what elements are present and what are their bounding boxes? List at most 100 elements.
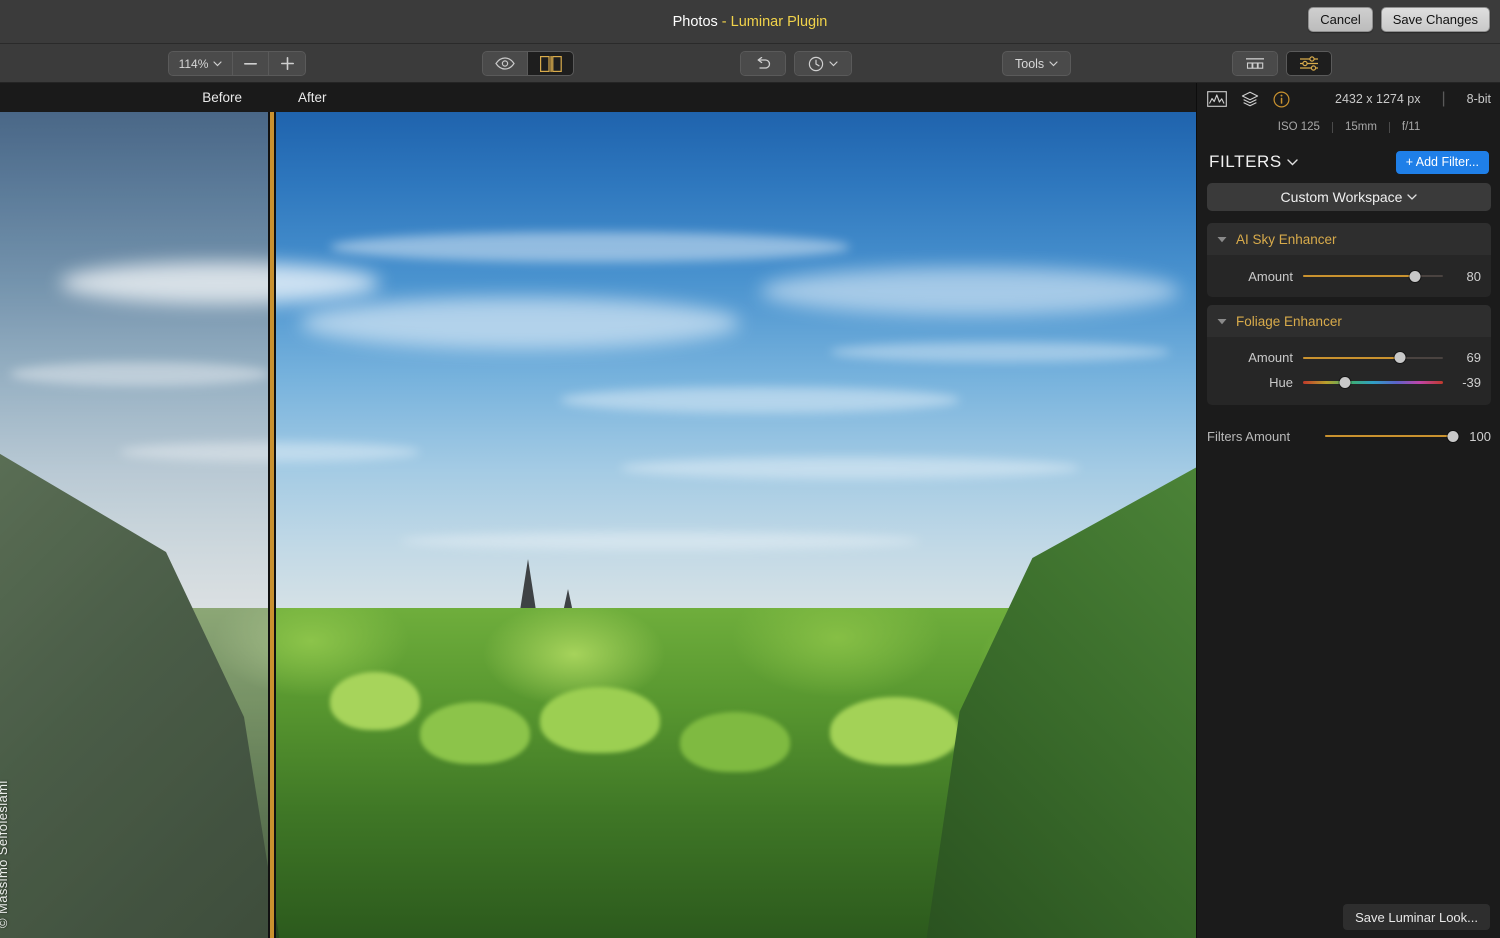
global-filters-amount-row: Filters Amount 100 [1207, 423, 1491, 449]
filter-body: Amount 69 Hue -39 [1207, 337, 1491, 405]
photo-scene-after [276, 112, 1196, 938]
filter-card-ai-sky-enhancer: AI Sky Enhancer Amount 80 [1207, 223, 1491, 297]
slider-label: Amount [1217, 350, 1303, 365]
photographer-watermark: © Massimo Seifoleslami [0, 780, 10, 928]
slider-knob[interactable] [1410, 271, 1421, 282]
save-changes-button[interactable]: Save Changes [1381, 7, 1490, 32]
filmstrip-panel-icon [1245, 57, 1265, 71]
slider-knob[interactable] [1394, 352, 1405, 363]
filters-panel: 2432 x 1274 px | 8-bit ISO 125 15mm f/11… [1196, 83, 1500, 938]
after-pane [276, 112, 1196, 938]
filter-header[interactable]: Foliage Enhancer [1207, 305, 1491, 337]
window-title: Photos - Luminar Plugin [0, 0, 1500, 44]
image-dimensions: 2432 x 1274 px [1335, 92, 1421, 106]
image-canvas[interactable]: Before After [0, 83, 1196, 938]
undo-segment [740, 51, 786, 76]
filters-title: FILTERS [1209, 152, 1282, 172]
filter-card-foliage-enhancer: Foliage Enhancer Amount 69 Hue [1207, 305, 1491, 405]
view-mode-segment [482, 51, 574, 76]
meta-divider: | [1442, 90, 1446, 108]
preview-eye-button[interactable] [483, 52, 528, 75]
history-clock-icon [808, 56, 824, 72]
slider-track-amount[interactable] [1303, 350, 1443, 366]
slider-row-amount: Amount 80 [1207, 264, 1491, 289]
chevron-down-icon [1049, 61, 1058, 67]
exif-aperture: f/11 [1390, 121, 1432, 133]
before-after-divider-handle[interactable] [270, 112, 274, 938]
chevron-down-icon[interactable] [1287, 159, 1298, 166]
adjustments-panel-icon [1299, 56, 1319, 71]
view-mode-controls [482, 44, 574, 83]
undo-button[interactable] [741, 52, 785, 75]
slider-track-amount[interactable] [1303, 268, 1443, 284]
adjustments-panel-button[interactable] [1287, 52, 1331, 75]
before-pane: © Massimo Seifoleslami [0, 112, 268, 938]
history-controls [740, 44, 852, 83]
bit-depth: 8-bit [1467, 92, 1491, 106]
slider-knob[interactable] [1448, 431, 1459, 442]
tools-label: Tools [1015, 57, 1044, 71]
panel-top-bar: 2432 x 1274 px | 8-bit [1197, 83, 1500, 115]
window-title-app: Photos [673, 14, 718, 30]
slider-value: 80 [1443, 269, 1481, 284]
title-bar: Photos - Luminar Plugin Cancel Save Chan… [0, 0, 1500, 44]
toolbar: 114% [0, 44, 1500, 83]
add-filter-button[interactable]: + Add Filter... [1396, 151, 1489, 174]
zoom-in-button[interactable] [269, 52, 305, 75]
zoom-out-button[interactable] [233, 52, 269, 75]
filter-body: Amount 80 [1207, 255, 1491, 297]
global-slider-value: 100 [1453, 429, 1491, 444]
history-segment [794, 51, 852, 76]
luminar-plugin-window: Photos - Luminar Plugin Cancel Save Chan… [0, 0, 1500, 938]
slider-label: Hue [1217, 375, 1303, 390]
slider-label: Amount [1217, 269, 1303, 284]
photo-area: © Massimo Seifoleslami [0, 112, 1196, 938]
filter-header[interactable]: AI Sky Enhancer [1207, 223, 1491, 255]
slider-row-amount: Amount 69 [1207, 345, 1491, 370]
panel-toggle-controls [1232, 44, 1332, 83]
zoom-segment: 114% [168, 51, 306, 76]
filters-header: FILTERS + Add Filter... [1197, 145, 1500, 179]
histogram-icon[interactable] [1207, 91, 1227, 107]
layers-icon[interactable] [1241, 91, 1259, 107]
global-slider-track[interactable] [1325, 428, 1453, 444]
before-label: Before [0, 83, 268, 112]
title-bar-actions: Cancel Save Changes [1308, 7, 1490, 32]
exif-row: ISO 125 15mm f/11 [1197, 115, 1500, 139]
compare-split-button[interactable] [528, 52, 573, 75]
filter-name: AI Sky Enhancer [1236, 232, 1337, 247]
tools-controls: Tools [1002, 44, 1071, 83]
chevron-down-icon [1407, 194, 1417, 200]
tools-dropdown[interactable]: Tools [1002, 51, 1071, 76]
slider-value: 69 [1443, 350, 1481, 365]
exif-iso: ISO 125 [1266, 121, 1332, 133]
filmstrip-segment [1232, 51, 1278, 76]
before-after-split-icon [540, 56, 562, 72]
history-button[interactable] [795, 52, 851, 75]
save-luminar-look-button[interactable]: Save Luminar Look... [1343, 904, 1490, 930]
workspace-label: Custom Workspace [1281, 189, 1403, 205]
info-icon[interactable] [1273, 91, 1290, 108]
exif-focal-length: 15mm [1333, 121, 1389, 133]
slider-row-hue: Hue -39 [1207, 370, 1491, 395]
filter-name: Foliage Enhancer [1236, 314, 1342, 329]
filmstrip-panel-button[interactable] [1233, 52, 1277, 75]
slider-track-hue[interactable] [1303, 375, 1443, 391]
disclosure-triangle-icon[interactable] [1217, 318, 1227, 325]
slider-value: -39 [1443, 375, 1481, 390]
slider-knob[interactable] [1340, 377, 1351, 388]
chevron-down-icon [829, 61, 838, 67]
disclosure-triangle-icon[interactable] [1217, 236, 1227, 243]
zoom-level-dropdown[interactable]: 114% [169, 52, 233, 75]
zoom-controls: 114% [168, 44, 306, 83]
photo-scene-before [0, 112, 268, 938]
cancel-button[interactable]: Cancel [1308, 7, 1372, 32]
undo-icon [754, 57, 772, 71]
after-label: After [276, 83, 327, 112]
chevron-down-icon [213, 61, 222, 67]
global-slider-label: Filters Amount [1207, 429, 1325, 444]
workspace-dropdown[interactable]: Custom Workspace [1207, 183, 1491, 211]
before-after-label-bar: Before After [0, 83, 1196, 112]
window-title-suffix: - Luminar Plugin [718, 14, 828, 30]
eye-icon [495, 57, 515, 70]
